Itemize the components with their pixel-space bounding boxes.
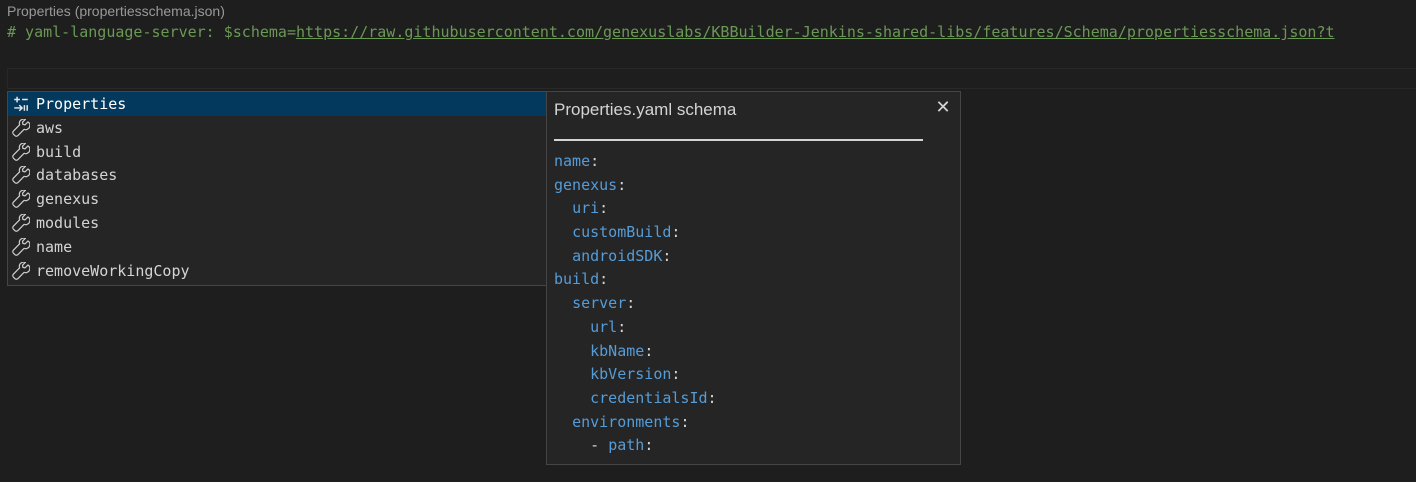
yaml-colon: :: [662, 246, 672, 265]
yaml-key: uri: [572, 199, 600, 218]
yaml-indent: [554, 247, 572, 265]
yaml-line: build:: [554, 268, 717, 292]
suggest-item-label: name: [36, 237, 73, 256]
yaml-line: uri:: [554, 197, 717, 221]
yaml-indent: [554, 199, 572, 217]
yaml-key: name: [554, 152, 591, 170]
suggest-item-removeworkingcopy[interactable]: removeWorkingCopy: [8, 259, 546, 283]
yaml-key: kbVersion: [590, 365, 672, 384]
yaml-indent: -: [554, 436, 609, 455]
snippet-icon: [11, 94, 31, 114]
schema-link[interactable]: https://raw.githubusercontent.com/genexu…: [296, 23, 1335, 41]
yaml-key: credentialsId: [590, 388, 708, 407]
yaml-indent: [554, 318, 590, 336]
yaml-line: environments:: [554, 411, 717, 435]
yaml-key: url: [590, 317, 618, 336]
details-title: Properties.yaml schema: [554, 100, 737, 119]
editor-line-1[interactable]: # yaml-language-server: $schema=https://…: [7, 21, 1335, 43]
yaml-indent: [554, 342, 590, 360]
yaml-key: environments: [572, 412, 681, 431]
yaml-line: androidSDK:: [554, 245, 717, 269]
yaml-indent: [554, 413, 572, 431]
yaml-preview: name: genexus: uri: customBuild: androidS…: [554, 150, 717, 458]
yaml-indent: [554, 365, 590, 383]
yaml-key: customBuild: [572, 223, 672, 242]
divider: [554, 139, 923, 141]
yaml-colon: :: [599, 199, 609, 218]
yaml-line: name:: [554, 150, 717, 174]
yaml-colon: :: [590, 152, 600, 170]
current-line-highlight: [7, 68, 1416, 89]
close-icon[interactable]: ✕: [933, 98, 953, 118]
suggest-item-genexus[interactable]: genexus: [8, 187, 546, 211]
yaml-colon: :: [671, 365, 681, 384]
editor[interactable]: Properties (propertiesschema.json) # yam…: [0, 0, 1416, 482]
wrench-icon: [11, 261, 31, 281]
yaml-colon: :: [617, 175, 627, 194]
suggest-item-label: genexus: [36, 190, 100, 209]
yaml-colon: :: [680, 412, 690, 431]
yaml-key: path: [608, 436, 645, 455]
yaml-colon: :: [626, 294, 636, 313]
suggest-item-label: databases: [36, 166, 118, 185]
suggest-item-aws[interactable]: aws: [8, 116, 546, 140]
yaml-colon: :: [671, 223, 681, 242]
yaml-line: credentialsId:: [554, 387, 717, 411]
yaml-line: server:: [554, 292, 717, 316]
yaml-line: - path:: [554, 434, 717, 458]
yaml-colon: :: [599, 270, 609, 289]
suggest-item-properties[interactable]: Properties: [8, 92, 546, 116]
yaml-key: androidSDK: [572, 246, 663, 265]
suggest-item-databases[interactable]: databases: [8, 163, 546, 187]
wrench-icon: [11, 142, 31, 162]
yaml-line: customBuild:: [554, 221, 717, 245]
yaml-colon: :: [617, 317, 627, 336]
suggest-item-build[interactable]: build: [8, 140, 546, 164]
yaml-key: genexus: [554, 175, 618, 194]
yaml-colon: :: [707, 388, 717, 407]
yaml-key: server: [572, 294, 627, 313]
suggest-item-name[interactable]: name: [8, 235, 546, 259]
yaml-indent: [554, 389, 590, 407]
wrench-icon: [11, 118, 31, 138]
yaml-line: genexus:: [554, 174, 717, 198]
wrench-icon: [11, 237, 31, 257]
yaml-indent: [554, 223, 572, 241]
codelens-schema[interactable]: Properties (propertiesschema.json): [7, 3, 225, 19]
suggest-item-label: removeWorkingCopy: [36, 261, 190, 280]
yaml-line: url:: [554, 316, 717, 340]
yaml-line: kbName:: [554, 340, 717, 364]
yaml-indent: [554, 294, 572, 312]
wrench-icon: [11, 189, 31, 209]
yaml-line: kbVersion:: [554, 363, 717, 387]
yaml-colon: :: [644, 341, 654, 360]
suggest-widget[interactable]: Properties aws build databases genexus module…: [7, 91, 547, 286]
suggest-item-modules[interactable]: modules: [8, 211, 546, 235]
suggest-item-label: build: [36, 142, 82, 161]
comment-prefix: # yaml-language-server: $schema=: [7, 23, 296, 41]
yaml-key: kbName: [590, 341, 645, 360]
suggest-item-label: modules: [36, 214, 100, 232]
yaml-colon: :: [644, 436, 654, 455]
suggest-item-label: Properties: [36, 95, 127, 113]
wrench-icon: [11, 213, 31, 233]
suggest-details: Properties.yaml schema ✕ name: genexus: u…: [546, 91, 961, 465]
wrench-icon: [11, 165, 31, 185]
yaml-key: build: [554, 270, 600, 289]
suggest-item-label: aws: [36, 118, 64, 137]
